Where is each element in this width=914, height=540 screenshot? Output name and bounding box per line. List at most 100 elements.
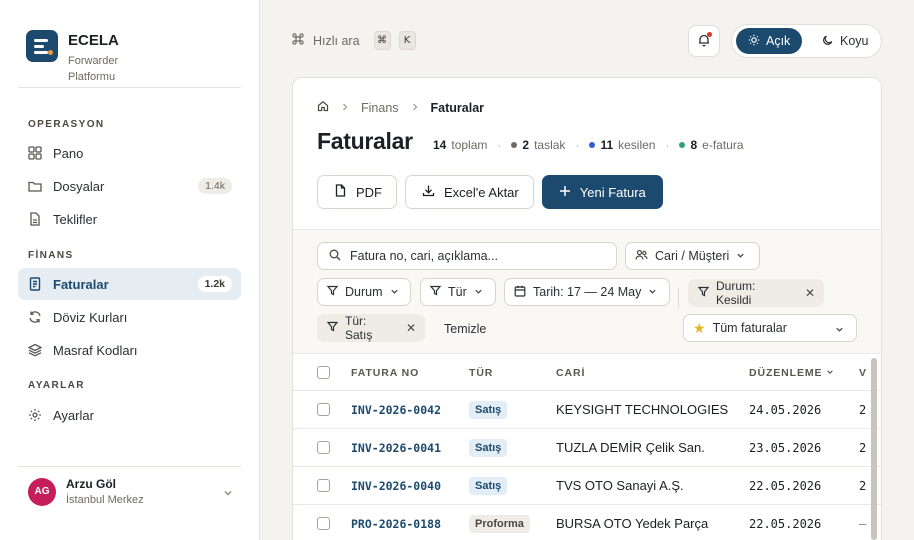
user-menu[interactable]: AG Arzu Göl İstanbul Merkez — [28, 477, 233, 506]
user-location: İstanbul Merkez — [66, 494, 144, 506]
filter-cari[interactable]: Cari / Müşteri — [625, 242, 760, 270]
type-badge: Satış — [469, 438, 508, 457]
folder-icon — [28, 179, 42, 193]
chevron-down-icon — [736, 249, 745, 263]
home-icon[interactable] — [317, 100, 329, 115]
sort-down-icon — [826, 367, 834, 379]
row-checkbox[interactable] — [317, 391, 330, 428]
saved-view-select[interactable]: ★ Tüm faturalar — [683, 314, 857, 342]
sidebar-item-teklifler[interactable]: Teklifler — [18, 203, 241, 235]
file-icon — [334, 184, 347, 200]
pdf-button[interactable]: PDF — [317, 175, 397, 209]
invoice-number[interactable]: INV-2026-0042 — [351, 391, 441, 428]
sidebar-item-label: Döviz Kurları — [53, 309, 128, 325]
brand[interactable]: ECELA Forwarder Platformu — [26, 30, 148, 85]
sidebar-item-label: Teklifler — [53, 211, 98, 227]
type-badge: Satış — [469, 400, 508, 419]
stat-draft: 2 taslak — [511, 138, 565, 152]
user-name: Arzu Göl — [66, 477, 116, 491]
main-card: Finans Faturalar Faturalar 14 toplam · 2t… — [292, 77, 882, 540]
sidebar-item-pano[interactable]: Pano — [18, 137, 241, 169]
chevron-right-icon — [411, 102, 419, 114]
kbd-command: ⌘ — [373, 31, 391, 50]
sidebar-item-label: Pano — [53, 145, 84, 161]
table-row[interactable]: INV-2026-0041 Satış TUZLA DEMİR Çelik Sa… — [293, 429, 881, 467]
column-header-next[interactable]: V — [859, 355, 867, 390]
section-title-ayarlar: AYARLAR — [28, 380, 85, 391]
applied-filter-tur[interactable]: Tür: Satış ✕ — [317, 314, 425, 342]
column-header-date[interactable]: DÜZENLEME — [749, 355, 834, 390]
command-icon — [291, 32, 305, 49]
row-checkbox[interactable] — [317, 467, 330, 504]
cari-cell: BURSA OTO Yedek Parça — [556, 516, 709, 531]
table-header: FATURA NO TÜR CARİ DÜZENLEME V — [293, 355, 881, 391]
filter-tarih[interactable]: Tarih: 17 — 24 May — [504, 278, 670, 306]
next-cell: 2 — [859, 402, 867, 417]
table-row[interactable]: INV-2026-0042 Satış KEYSIGHT TECHNOLOGIE… — [293, 391, 881, 429]
invoice-number[interactable]: PRO-2026-0188 — [351, 505, 441, 540]
select-all-checkbox[interactable] — [317, 355, 330, 390]
quick-search[interactable]: Hızlı ara ⌘ K — [291, 31, 416, 50]
chevron-down-icon — [390, 285, 399, 299]
filter-icon — [326, 321, 339, 335]
breadcrumb: Finans Faturalar — [317, 100, 484, 115]
cari-cell: TUZLA DEMİR Çelik San. — [556, 440, 705, 455]
moon-icon — [822, 34, 834, 49]
invoice-table: FATURA NO TÜR CARİ DÜZENLEME V INV-2026-… — [293, 355, 881, 540]
next-cell: 2 — [859, 478, 867, 493]
status-dot-issued — [589, 142, 596, 148]
excel-export-button[interactable]: Excel'e Aktar — [405, 175, 534, 209]
sidebar-item-label: Ayarlar — [53, 407, 94, 423]
filter-icon — [326, 285, 339, 299]
table-row[interactable]: INV-2026-0040 Satış TVS OTO Sanayi A.Ş. … — [293, 467, 881, 505]
theme-dark-button[interactable]: Koyu — [810, 28, 881, 54]
row-checkbox[interactable] — [317, 429, 330, 466]
sidebar-item-faturalar[interactable]: Faturalar 1.2k — [18, 268, 241, 300]
chevron-down-icon — [474, 285, 483, 299]
sidebar-item-dosyalar[interactable]: Dosyalar 1.4k — [18, 170, 241, 202]
search-input[interactable] — [350, 249, 610, 263]
invoice-number[interactable]: INV-2026-0040 — [351, 467, 441, 504]
filter-icon — [697, 286, 710, 300]
column-header-cari[interactable]: CARİ — [556, 355, 585, 390]
invoice-search[interactable] — [317, 242, 617, 270]
theme-light-label: Açık — [766, 34, 791, 48]
cari-cell: TVS OTO Sanayi A.Ş. — [556, 478, 684, 493]
table-row[interactable]: PRO-2026-0188 Proforma BURSA OTO Yedek P… — [293, 505, 881, 540]
date-cell: 24.05.2026 — [749, 402, 822, 417]
sidebar-item-masraf-kodlari[interactable]: Masraf Kodları — [18, 334, 241, 366]
next-cell: — — [859, 516, 867, 531]
chevron-down-icon — [223, 486, 233, 501]
invoice-number[interactable]: INV-2026-0041 — [351, 429, 441, 466]
close-icon[interactable]: ✕ — [805, 286, 815, 300]
theme-light-button[interactable]: Açık — [736, 28, 803, 54]
close-icon[interactable]: ✕ — [406, 321, 416, 335]
grid-icon — [28, 146, 42, 160]
brand-name: ECELA — [68, 32, 119, 49]
sidebar-item-ayarlar[interactable]: Ayarlar — [18, 399, 241, 431]
clear-filters-link[interactable]: Temizle — [444, 322, 486, 336]
stat-total: 14 toplam — [433, 138, 488, 152]
chevron-right-icon — [341, 102, 349, 114]
table-scrollbar[interactable] — [871, 358, 877, 540]
sidebar-item-badge: 1.4k — [198, 178, 232, 194]
column-header-type[interactable]: TÜR — [469, 355, 493, 390]
breadcrumb-parent[interactable]: Finans — [361, 101, 399, 115]
filter-tur[interactable]: Tür — [420, 278, 496, 306]
sidebar-item-doviz-kurlari[interactable]: Döviz Kurları — [18, 301, 241, 333]
section-title-finans: FİNANS — [28, 250, 74, 261]
stat-issued: 11 kesilen — [589, 138, 655, 152]
status-dot-draft — [511, 142, 518, 148]
new-invoice-button[interactable]: Yeni Fatura — [541, 175, 663, 209]
status-dot-einvoice — [679, 142, 686, 148]
applied-filter-durum[interactable]: Durum: Kesildi ✕ — [688, 279, 824, 307]
sidebar-item-label: Faturalar — [53, 276, 109, 292]
column-header-no[interactable]: FATURA NO — [351, 355, 419, 390]
sidebar-item-badge: 1.2k — [197, 276, 232, 292]
stat-einvoice: 8 e-fatura — [679, 138, 744, 152]
brand-logo-icon — [26, 30, 58, 62]
notifications-button[interactable] — [688, 25, 720, 57]
row-checkbox[interactable] — [317, 505, 330, 540]
filter-durum[interactable]: Durum — [317, 278, 411, 306]
theme-dark-label: Koyu — [840, 34, 869, 48]
